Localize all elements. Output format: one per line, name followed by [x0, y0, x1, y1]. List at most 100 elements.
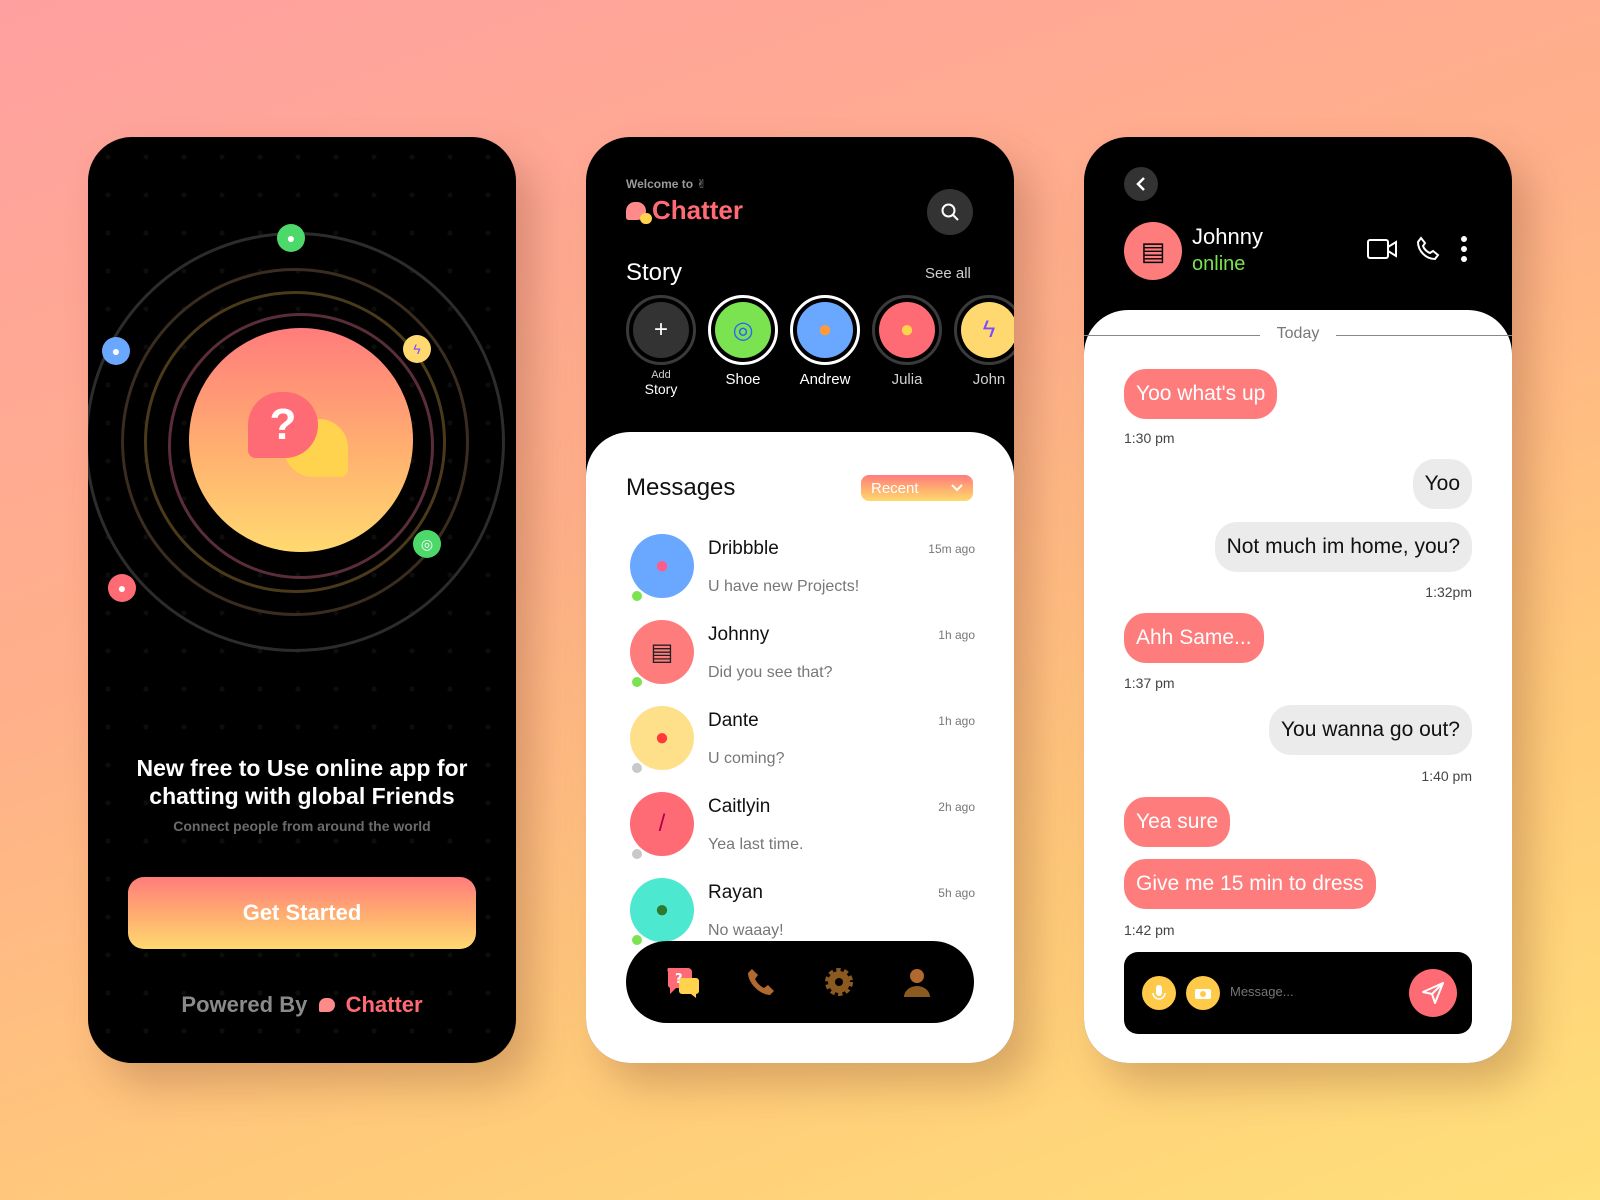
- welcome-text: Welcome to ✌: [626, 177, 707, 191]
- lipstick-icon: /: [630, 792, 694, 856]
- recent-filter-label: Recent: [871, 479, 919, 497]
- planet-target-icon: ◎: [413, 530, 441, 558]
- message-time: 5h ago: [938, 886, 975, 900]
- search-button[interactable]: [927, 189, 973, 235]
- chevron-left-icon: [1136, 177, 1145, 191]
- chatter-logo-icon: [626, 201, 652, 224]
- message-sender: Johnny: [708, 624, 770, 645]
- person-icon: ●: [797, 302, 853, 358]
- see-all-link[interactable]: See all: [925, 265, 971, 282]
- message-input[interactable]: [1230, 984, 1390, 999]
- camera-icon[interactable]: [1186, 976, 1220, 1010]
- home-screen: Welcome to ✌ Chatter Story See all + Add…: [586, 137, 1014, 1063]
- message-timestamp: 1:37 pm: [1124, 675, 1175, 691]
- story-title: Story: [626, 259, 683, 286]
- outgoing-message: You wanna go out?: [1268, 705, 1472, 755]
- add-story-button[interactable]: + Add Story: [626, 295, 696, 397]
- online-indicator: [630, 675, 644, 689]
- get-started-button[interactable]: Get Started: [128, 877, 476, 949]
- onboarding-headline: New free to Use online app for chatting …: [136, 755, 468, 809]
- online-indicator: [630, 589, 644, 603]
- message-time: 15m ago: [928, 542, 975, 556]
- onboarding-subtitle: Connect people from around the world: [173, 818, 431, 834]
- message-row[interactable]: ● Dribbble 15m ago U have new Projects!: [630, 534, 975, 610]
- story-label: Shoe: [725, 371, 761, 388]
- message-sender: Dribbble: [708, 538, 779, 559]
- outgoing-message: Not much im home, you?: [1214, 522, 1472, 572]
- message-sender: Caitlyin: [708, 796, 771, 817]
- alien-icon: ●: [630, 878, 694, 942]
- outgoing-message: Yoo: [1412, 459, 1472, 509]
- clapper-icon: ▤: [630, 620, 694, 684]
- svg-text:?: ?: [675, 972, 683, 987]
- phone-icon[interactable]: [1410, 231, 1446, 267]
- chatter-logo-icon: [319, 998, 336, 1012]
- onboarding-screen: ● ● ϟ ◎ ● ? New free to Use online app f…: [88, 137, 516, 1063]
- planet-person-icon: ●: [102, 337, 130, 365]
- microphone-icon[interactable]: [1142, 976, 1176, 1010]
- gear-icon[interactable]: [819, 962, 859, 1002]
- message-timestamp: 1:30 pm: [1124, 430, 1175, 446]
- video-call-icon[interactable]: [1364, 231, 1400, 267]
- story-list: + Add Story ◎ Shoe ● Andrew ● Julia ϟ Jo…: [626, 295, 1014, 397]
- message-preview: U have new Projects!: [708, 578, 860, 595]
- story-shoe[interactable]: ◎ Shoe: [708, 295, 778, 397]
- message-time: 1h ago: [938, 628, 975, 642]
- boxing-glove-icon: ●: [630, 706, 694, 770]
- incoming-message: Give me 15 min to dress: [1124, 859, 1376, 909]
- message-timestamp: 1:42 pm: [1124, 922, 1175, 938]
- offline-indicator: [630, 847, 644, 861]
- message-row[interactable]: / Caitlyin 2h ago Yea last time.: [630, 792, 975, 868]
- target-icon: ◎: [715, 302, 771, 358]
- message-timestamp: 1:40 pm: [1421, 768, 1472, 784]
- message-composer: [1124, 952, 1472, 1034]
- planet-lightning-icon: ϟ: [403, 335, 431, 363]
- send-icon: [1422, 982, 1444, 1004]
- story-label: Julia: [891, 371, 923, 388]
- story-julia[interactable]: ● Julia: [872, 295, 942, 397]
- recent-filter-dropdown[interactable]: Recent: [861, 475, 973, 501]
- message-row[interactable]: ● Dante 1h ago U coming?: [630, 706, 975, 782]
- app-logo: Chatter: [626, 195, 743, 226]
- contact-status: online: [1192, 253, 1246, 275]
- phone-icon[interactable]: [741, 962, 781, 1002]
- message-sender: Dante: [708, 710, 759, 731]
- clapper-icon[interactable]: ▤: [1124, 222, 1182, 280]
- incoming-message: Yea sure: [1124, 797, 1231, 847]
- basketball-icon: ●: [630, 534, 694, 598]
- message-preview: Did you see that?: [708, 664, 833, 681]
- message-sender: Rayan: [708, 882, 763, 903]
- chevron-down-icon: [951, 484, 963, 492]
- back-button[interactable]: [1124, 167, 1158, 201]
- add-story-label-top: Add: [651, 369, 671, 381]
- message-time: 2h ago: [938, 800, 975, 814]
- chat-icon[interactable]: ?: [663, 962, 703, 1002]
- planet-face-icon: ●: [108, 574, 136, 602]
- question-bubble-icon: ?: [248, 392, 318, 458]
- send-button[interactable]: [1409, 969, 1457, 1017]
- message-preview: U coming?: [708, 750, 785, 767]
- contact-name: Johnny: [1192, 224, 1263, 249]
- face-icon: ●: [879, 302, 935, 358]
- story-john[interactable]: ϟ John: [954, 295, 1014, 397]
- app-name: Chatter: [652, 195, 744, 225]
- message-timestamp: 1:32pm: [1425, 584, 1472, 600]
- story-andrew[interactable]: ● Andrew: [790, 295, 860, 397]
- planet-cupcake-icon: ●: [277, 224, 305, 252]
- day-divider: Today: [1084, 325, 1512, 343]
- powered-by-brand: Chatter: [345, 992, 423, 1017]
- message-time: 1h ago: [938, 714, 975, 728]
- message-preview: Yea last time.: [708, 836, 804, 853]
- more-options-icon[interactable]: [1446, 231, 1482, 267]
- lightning-icon: ϟ: [961, 302, 1014, 358]
- search-icon: [941, 203, 959, 221]
- offline-indicator: [630, 761, 644, 775]
- profile-icon[interactable]: [897, 962, 937, 1002]
- message-row[interactable]: ▤ Johnny 1h ago Did you see that?: [630, 620, 975, 696]
- add-story-label: Story: [644, 381, 678, 397]
- messages-title: Messages: [626, 474, 736, 501]
- online-indicator: [630, 933, 644, 947]
- plus-icon: +: [633, 302, 689, 358]
- incoming-message: Yoo what's up: [1124, 369, 1278, 419]
- powered-by-label: Powered By: [181, 992, 308, 1017]
